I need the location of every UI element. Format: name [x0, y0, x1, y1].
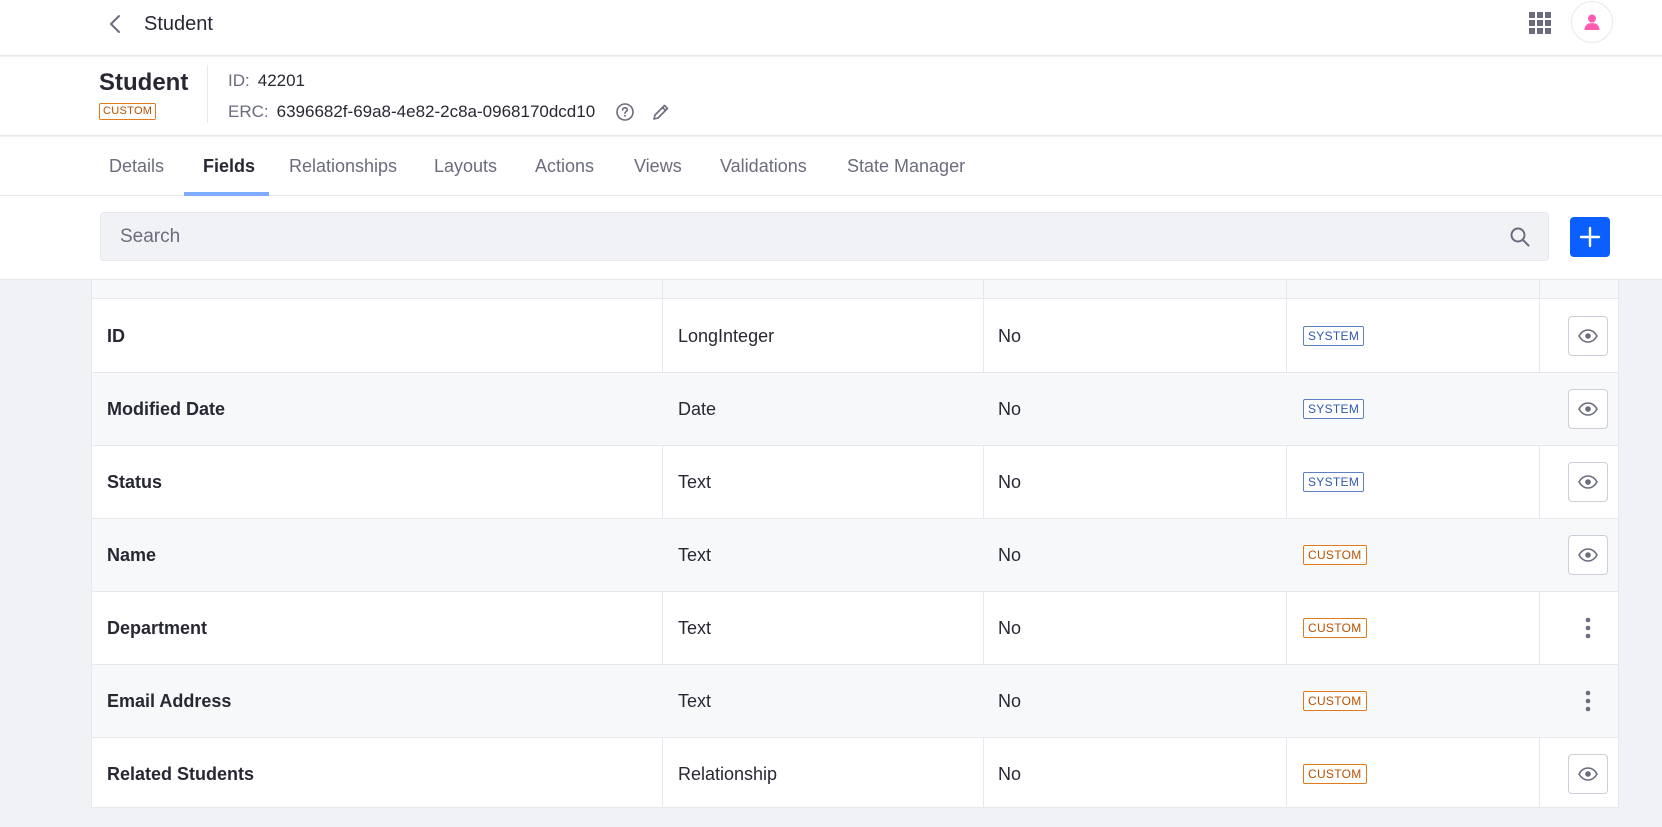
source-badge: CUSTOM	[1303, 691, 1367, 711]
tab-views[interactable]: Views	[624, 137, 692, 196]
source-badge: CUSTOM	[1303, 618, 1367, 638]
table-row-partial	[92, 280, 1618, 299]
actions-menu-button[interactable]	[1568, 681, 1608, 721]
field-type: Text	[678, 690, 712, 711]
eye-icon	[1577, 548, 1598, 562]
view-button[interactable]	[1567, 316, 1608, 356]
row-action	[1555, 446, 1618, 518]
row-action	[1555, 738, 1618, 807]
row-action	[1555, 300, 1618, 372]
erc-label: ERC:	[228, 102, 269, 121]
user-icon	[1584, 14, 1600, 30]
table-row[interactable]: Email Address Text No CUSTOM	[92, 665, 1618, 738]
user-avatar[interactable]	[1571, 1, 1613, 43]
tab-actions[interactable]: Actions	[525, 137, 604, 196]
field-name: Modified Date	[107, 398, 226, 419]
eye-icon	[1577, 475, 1598, 489]
field-type: Text	[678, 544, 712, 565]
field-source: CUSTOM	[1303, 738, 1367, 807]
back-button[interactable]	[104, 12, 126, 36]
id-value: 42201	[257, 71, 306, 90]
view-button[interactable]	[1567, 535, 1608, 575]
field-type: Text	[678, 617, 712, 638]
field-mandatory: No	[998, 763, 1022, 784]
actions-menu-button[interactable]	[1568, 608, 1608, 648]
tab-state-manager[interactable]: State Manager	[837, 137, 975, 196]
field-source: SYSTEM	[1303, 373, 1365, 445]
field-mandatory: No	[998, 398, 1022, 419]
apps-grid-icon	[1529, 12, 1551, 34]
tab-relationships[interactable]: Relationships	[279, 137, 407, 196]
search-bar	[0, 196, 1662, 280]
erc-value: 6396682f-69a8-4e82-2c8a-0968170dcd10	[276, 102, 596, 121]
search-icon[interactable]	[1509, 226, 1531, 248]
eye-icon	[1577, 767, 1598, 781]
field-name: Department	[107, 617, 208, 638]
tab-validations[interactable]: Validations	[710, 137, 817, 196]
field-name: Name	[107, 544, 157, 565]
field-type: LongInteger	[678, 325, 775, 346]
source-badge: SYSTEM	[1303, 326, 1365, 346]
object-title: Student	[99, 69, 189, 96]
field-type: Text	[678, 471, 712, 492]
source-badge: CUSTOM	[1303, 545, 1367, 565]
source-badge: CUSTOM	[1303, 764, 1367, 784]
field-source: SYSTEM	[1303, 300, 1365, 372]
add-field-button[interactable]	[1570, 217, 1610, 257]
row-action	[1555, 665, 1618, 737]
object-source-badge: CUSTOM	[99, 103, 157, 120]
eye-icon	[1577, 402, 1598, 416]
field-mandatory: No	[998, 325, 1022, 346]
tab-layouts[interactable]: Layouts	[424, 137, 507, 196]
field-name: ID	[107, 325, 125, 346]
search-input[interactable]	[100, 212, 1549, 261]
row-action	[1555, 592, 1618, 664]
field-name: Status	[107, 471, 163, 492]
id-row: ID: 42201	[228, 70, 305, 92]
topbar-title: Student	[144, 13, 213, 35]
field-source: CUSTOM	[1303, 592, 1367, 664]
field-name: Related Students	[107, 763, 255, 784]
fields-table: ID LongInteger No SYSTEM Modified Date D…	[91, 280, 1619, 808]
table-row[interactable]: Name Text No CUSTOM	[92, 519, 1618, 592]
tab-fields[interactable]: Fields	[193, 137, 265, 196]
field-source: CUSTOM	[1303, 519, 1367, 591]
source-badge: SYSTEM	[1303, 399, 1365, 419]
help-icon[interactable]	[615, 102, 635, 122]
field-source: SYSTEM	[1303, 446, 1365, 518]
header-divider	[207, 65, 208, 123]
row-action	[1555, 519, 1618, 591]
erc-row: ERC: 6396682f-69a8-4e82-2c8a-0968170dcd10	[228, 101, 671, 123]
table-row[interactable]: Status Text No SYSTEM	[92, 446, 1618, 519]
ellipsis-vertical-icon	[1585, 690, 1590, 712]
field-type: Date	[678, 398, 717, 419]
field-mandatory: No	[998, 690, 1022, 711]
field-mandatory: No	[998, 544, 1022, 565]
view-button[interactable]	[1567, 754, 1608, 794]
eye-icon	[1577, 329, 1598, 343]
ellipsis-vertical-icon	[1585, 617, 1590, 639]
pencil-icon[interactable]	[651, 102, 671, 122]
table-row[interactable]: Department Text No CUSTOM	[92, 592, 1618, 665]
view-button[interactable]	[1567, 462, 1608, 502]
top-bar: Student	[0, 0, 1662, 56]
plus-icon	[1579, 226, 1601, 248]
field-source: CUSTOM	[1303, 665, 1367, 737]
row-action	[1555, 373, 1618, 445]
table-row[interactable]: Modified Date Date No SYSTEM	[92, 373, 1618, 446]
apps-button[interactable]	[1527, 10, 1553, 36]
field-type: Relationship	[678, 763, 778, 784]
tabs-bar: Details Fields Relationships Layouts Act…	[0, 137, 1662, 196]
object-header: Student CUSTOM ID: 42201 ERC: 6396682f-69a…	[0, 57, 1662, 136]
chevron-left-icon	[110, 15, 120, 33]
field-name: Email Address	[107, 690, 232, 711]
id-label: ID:	[228, 71, 250, 90]
tab-details[interactable]: Details	[99, 137, 174, 196]
table-row[interactable]: ID LongInteger No SYSTEM	[92, 300, 1618, 373]
field-mandatory: No	[998, 471, 1022, 492]
source-badge: SYSTEM	[1303, 472, 1365, 492]
view-button[interactable]	[1567, 389, 1608, 429]
table-row[interactable]: Related Students Relationship No CUSTOM	[92, 738, 1618, 807]
field-mandatory: No	[998, 617, 1022, 638]
